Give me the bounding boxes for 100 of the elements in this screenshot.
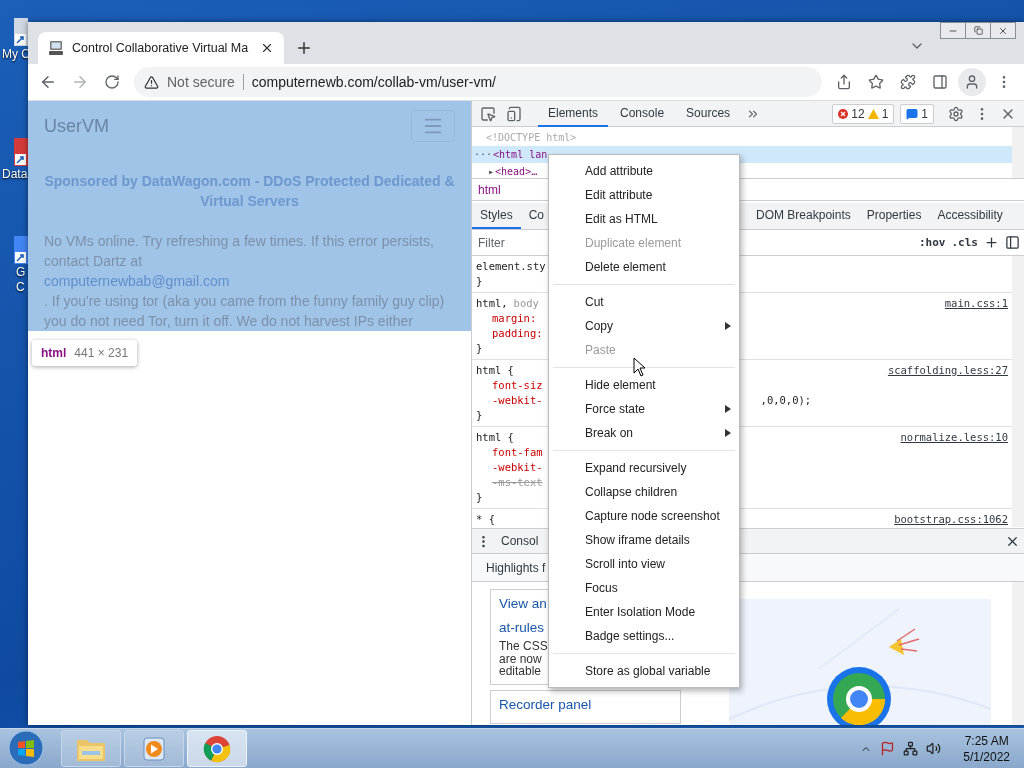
menu-item[interactable]: Hide element [549,373,739,397]
menu-item[interactable]: Capture node screenshot [549,504,739,528]
devtools-tab[interactable]: Console [610,100,675,127]
close-icon [998,25,1008,36]
css-property: -webkit- [492,393,543,408]
menu-item[interactable]: Copy [549,314,739,338]
css-property: -ms-text [492,475,543,490]
menu-item[interactable]: Store as global variable [549,659,739,683]
notice-text: . If you're using tor (aka you came from the funny family guy clip) you do not need Tor, turn it off. We do not harvest IPs either [44,292,446,331]
devtools-tab[interactable]: Elements [538,100,609,127]
menu-toggle-button[interactable] [411,110,455,142]
star-icon [868,74,884,90]
network-icon[interactable] [903,741,919,756]
flag-icon[interactable] [880,741,896,756]
submenu-arrow-icon [725,405,731,413]
css-property: margin: [492,311,537,326]
menu-item[interactable]: Collapse children [549,480,739,504]
desktop-icon-label: C [16,280,25,294]
styles-pane-tab[interactable]: DOM Breakpoints [748,203,859,229]
devtools-tab[interactable]: Sources [676,100,741,127]
profile-button[interactable] [958,68,986,96]
css-property: padding: [492,326,543,341]
menu-item[interactable]: Add attribute [549,159,739,183]
devices-icon [506,105,522,122]
clock-date: 5/1/2022 [963,748,1010,765]
css-property: font-fam [492,445,543,460]
panel-tab[interactable]: Highlights f [486,560,546,575]
message-icon [906,107,919,120]
card-text: editable [499,665,542,678]
warning-count: 1 [881,106,889,121]
menu-item[interactable]: Show iframe details [549,528,739,552]
settings-icon [948,105,964,122]
css-property: -webkit- [492,460,543,475]
shortcut-icon[interactable] [14,138,28,166]
close-button[interactable] [990,22,1016,39]
menu-item[interactable]: Cut [549,290,739,314]
class-toggle[interactable]: .cls [951,236,978,249]
closing-brace: } [476,274,483,289]
card-text: The CSS [499,640,548,653]
menu-item[interactable]: Expand recursively [549,456,739,480]
source-link[interactable]: scaffolding.less:27 [887,363,1008,378]
breadcrumb[interactable]: html [478,182,501,197]
sidebar-toggle-icon[interactable] [1005,235,1020,250]
card-link[interactable]: Recorder panel [499,692,592,717]
address-bar[interactable]: Not secure computernewb.com/collab-vm/user-vm/ [134,67,822,97]
puzzle-icon [900,74,916,90]
css-property: font-siz [492,378,543,393]
card-link[interactable]: at-rules [499,616,544,640]
close-icon[interactable] [260,41,274,55]
start-button[interactable] [6,729,46,768]
new-rule-icon[interactable] [984,235,999,250]
menu-item[interactable]: Enter Isolation Mode [549,600,739,624]
person-icon [964,74,980,90]
css-selector: body [513,296,539,311]
closing-brace: } [476,408,483,423]
inspect-icon [480,105,496,122]
notice-text: No VMs online. Try refreshing a few times. If this error persists, contact Dartz at [44,232,435,271]
css-selector: * { [476,512,495,527]
menu-item[interactable]: Force state [549,397,739,421]
menu-item[interactable]: Scroll into view [549,552,739,576]
browser-tab[interactable]: Control Collaborative Virtual Ma [38,32,284,64]
issues-counter[interactable]: 12 1 [832,103,895,124]
share-icon [836,74,852,90]
node-marker[interactable]: ··· [474,146,493,163]
menu-item[interactable]: Break on [549,421,739,445]
side-panel-icon [932,74,948,90]
feature-card[interactable]: Recorder panel [490,689,681,724]
dom-node[interactable]: <head>… [495,163,538,180]
clock[interactable]: 7:25 AM 5/1/2022 [963,732,1010,765]
shortcut-icon[interactable] [14,18,28,46]
menu-item[interactable]: Focus [549,576,739,600]
media-player-icon [140,734,168,763]
source-link[interactable]: normalize.less:10 [900,430,1008,445]
submenu-arrow-icon [725,429,731,437]
clock-time: 7:25 AM [964,732,1009,749]
styles-pane-tab[interactable]: Accessibility [929,203,1011,229]
submenu-arrow-icon [725,322,731,330]
messages-counter[interactable]: 1 [900,103,934,124]
minimize-button[interactable] [940,22,966,39]
styles-pane-tab[interactable]: Properties [858,203,930,229]
shortcut-icon[interactable] [14,236,28,264]
source-link[interactable]: main.css:1 [944,296,1008,311]
source-link[interactable]: bootstrap.css:1062 [894,512,1008,527]
restore-button[interactable] [965,22,991,39]
start-orb-icon [8,729,44,766]
computer-icon [48,40,64,56]
menu-item[interactable]: Delete element [549,255,739,279]
drawer-tab[interactable]: Consol [501,534,539,548]
menu-item[interactable]: Badge settings... [549,624,739,648]
dom-node[interactable]: <html lan [493,146,548,163]
node-marker[interactable]: ▸ [488,163,495,180]
warning-icon [144,74,159,90]
hover-state-toggle[interactable]: :hov [919,236,946,249]
css-selector: html, [476,296,508,311]
reload-icon [104,74,120,90]
message-count: 1 [921,106,928,121]
card-link[interactable]: View an [499,592,547,616]
css-selector: html { [476,430,514,445]
styles-pane-tab[interactable]: Styles [472,203,521,229]
volume-icon[interactable] [926,741,942,756]
